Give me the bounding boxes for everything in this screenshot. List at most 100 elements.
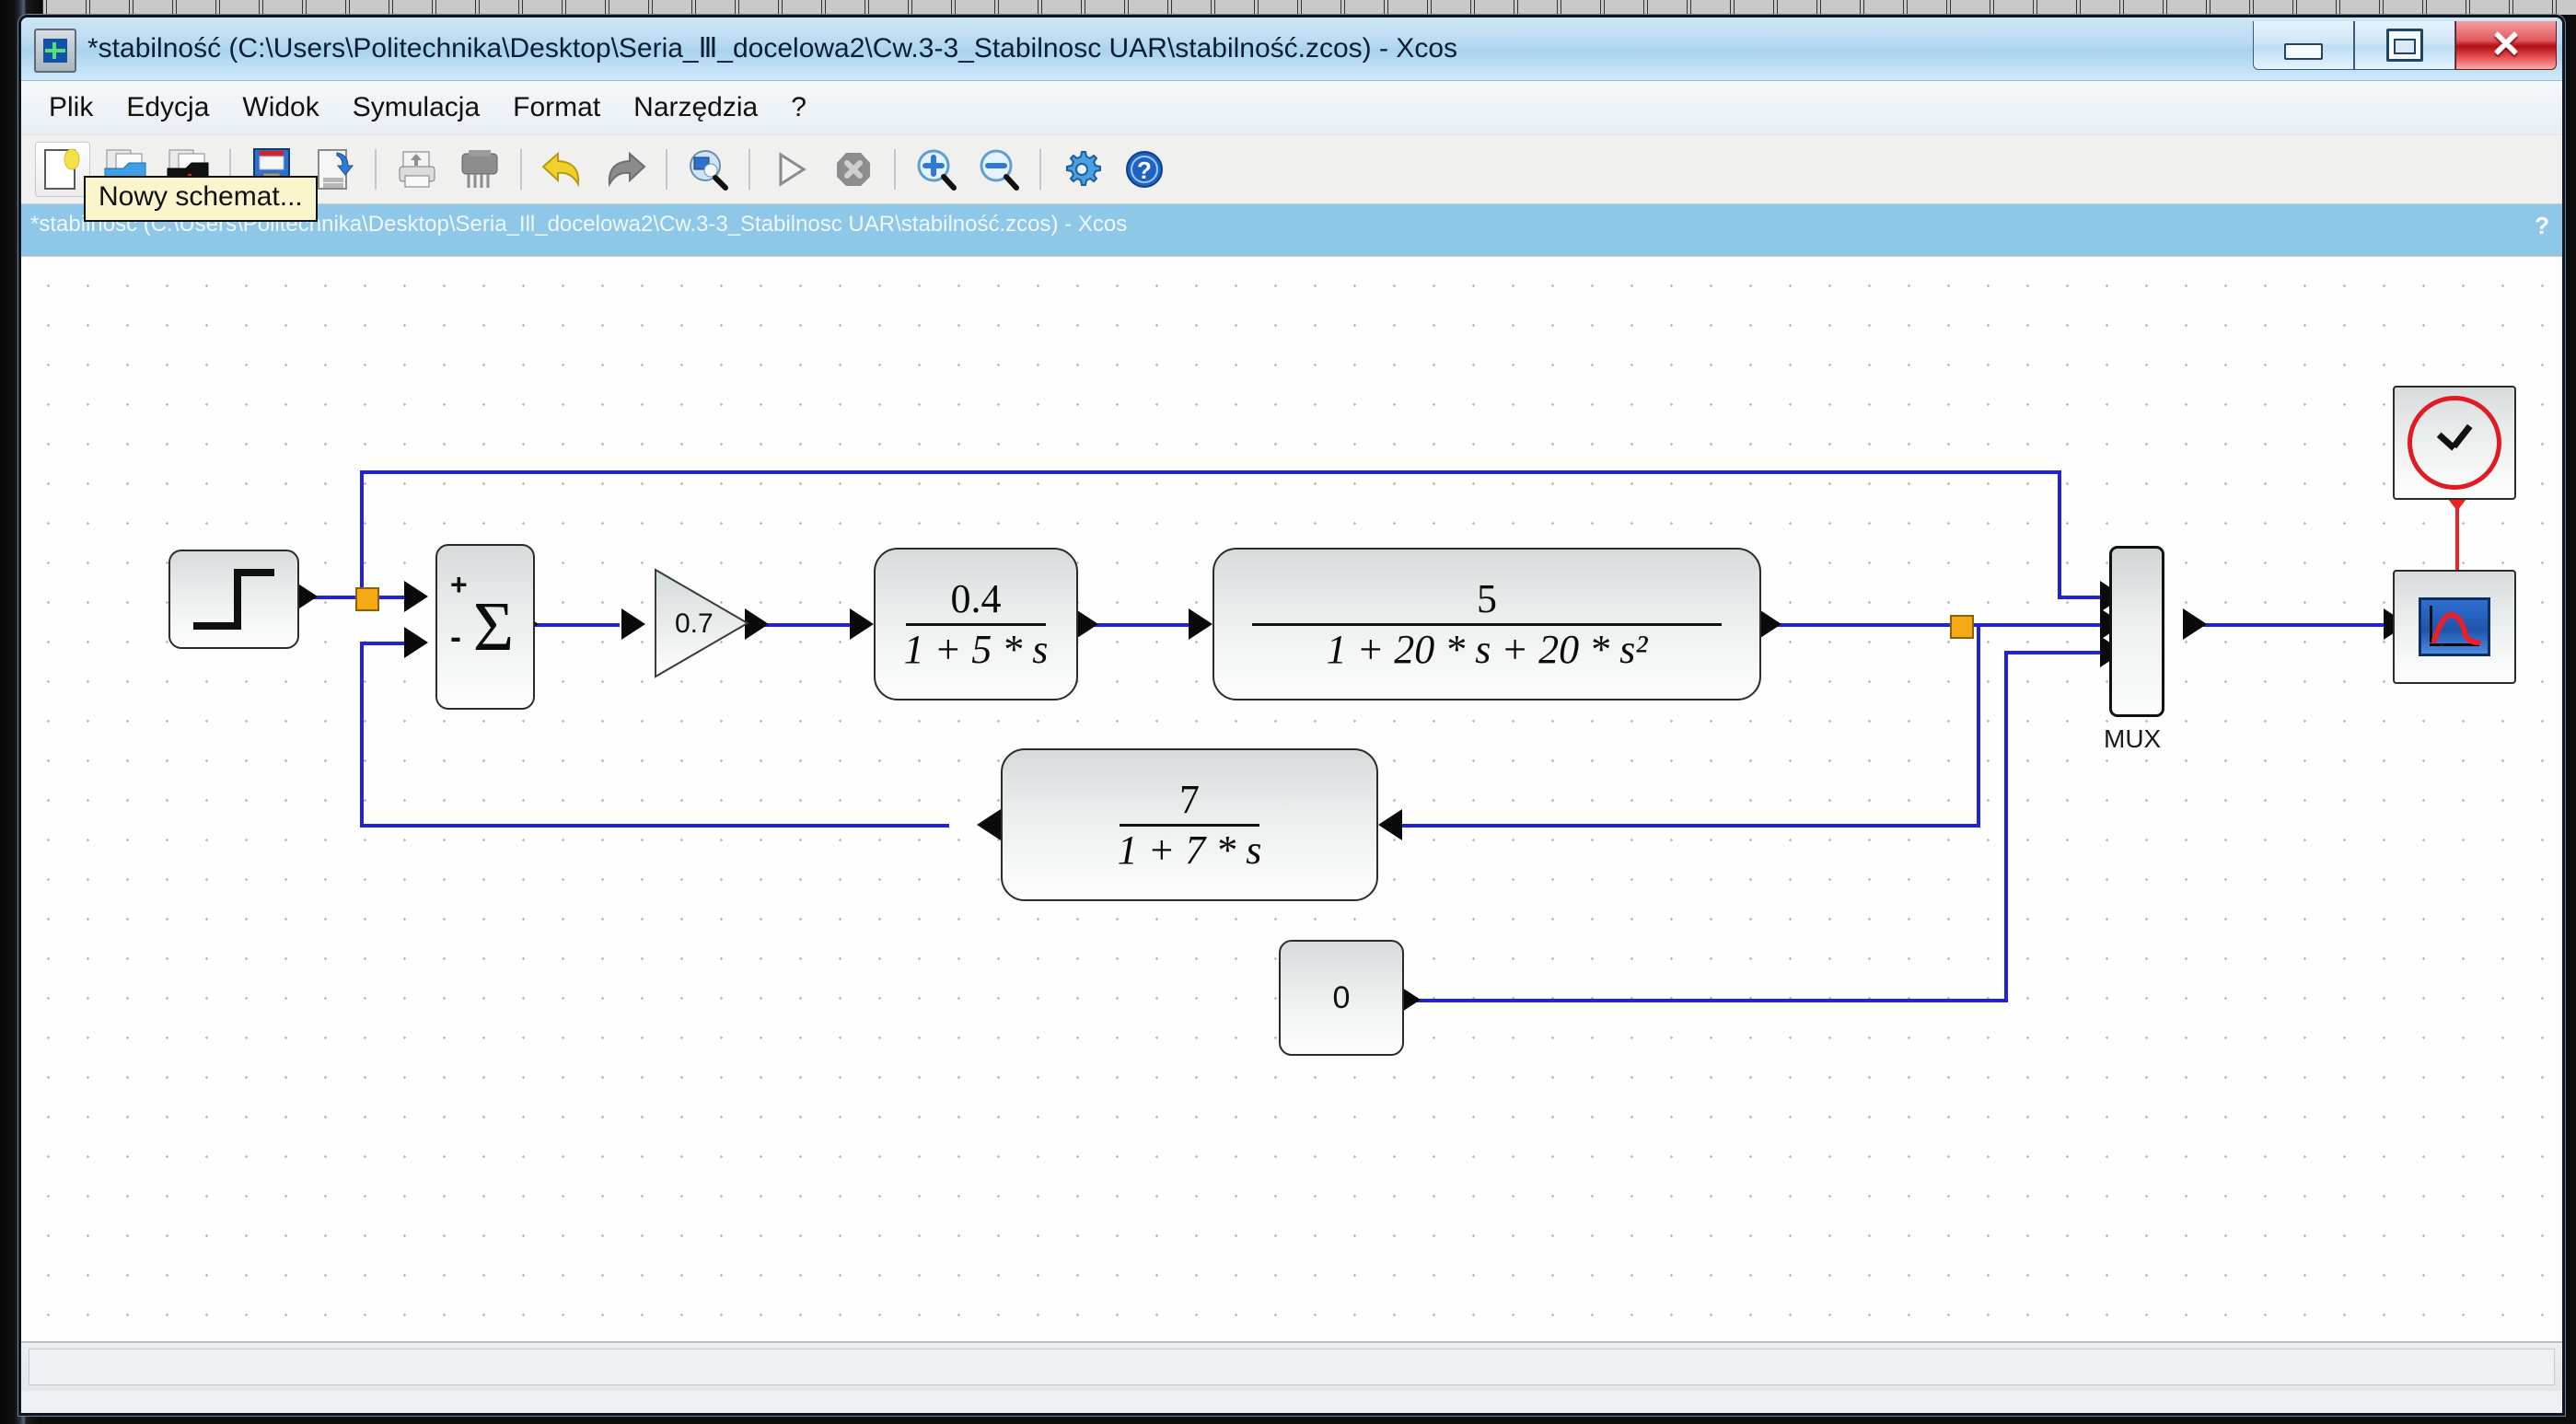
close-button[interactable]: ✕ [2455,21,2557,70]
menu-bar: Plik Edycja Widok Symulacja Format Narzę… [21,81,2562,135]
zoom-out-button[interactable] [972,143,1026,196]
export-button[interactable] [390,143,444,196]
toolbar-separator [375,149,377,190]
printer-icon [461,150,498,188]
minimize-button[interactable] [2253,21,2354,70]
scope-icon [2419,597,2490,656]
tooltip-new-diagram: Nowy schemat... [84,176,318,222]
tf2-denominator: 1 + 20 * s + 20 * s² [1326,626,1648,672]
status-bar [21,1341,2562,1391]
tf1-fraction: 0.4 1 + 5 * s [895,577,1058,672]
arrowhead-mux-out [2183,608,2207,640]
status-bar-text [29,1349,2555,1385]
diagram-canvas[interactable]: + - Σ 0.7 0.4 1 + 5 * s 5 1 + 20 * s + 2… [21,257,2557,1343]
link-step-to-mux-in1[interactable] [2058,596,2106,599]
transfer-function-2[interactable]: 5 1 + 20 * s + 20 * s² [1213,548,1761,700]
arrowhead-gain-in [621,608,645,640]
feedback-transfer-function[interactable]: 7 1 + 7 * s [1001,748,1378,901]
gain-block[interactable]: 0.7 [655,568,749,678]
gear-icon [1066,151,1101,186]
document-tab-bar[interactable]: *stabilność (C:\Users\Politechnika\Deskt… [21,204,2562,256]
mux-label: MUX [2104,724,2162,753]
help-button[interactable]: ? [1118,143,1171,196]
question-mark-icon: ? [1126,151,1163,188]
tf1-numerator: 0.4 [950,575,1002,621]
fit-to-view-button[interactable] [681,143,735,196]
arrowhead-feedback-tf-in [977,809,1001,840]
toolbar-separator [520,149,522,190]
undo-arrow-icon [541,151,580,188]
clock-block[interactable] [2393,386,2516,500]
menu-help[interactable]: ? [774,88,823,127]
maximize-icon [2386,29,2423,62]
set-parameters-button[interactable] [1055,143,1108,196]
background-ruler [0,0,2576,15]
link-left-rail-vertical[interactable] [360,642,364,828]
new-diagram-button[interactable] [35,142,90,197]
tool-bar: ? [21,135,2562,204]
link-left-rail-to-sum-minus[interactable] [360,642,408,645]
sigma-symbol: Σ [472,588,515,666]
link-const-to-mux-in3[interactable] [2004,651,2106,654]
tf1-denominator: 1 + 5 * s [903,626,1049,672]
constant-value-label: 0 [1332,979,1351,1015]
zoom-in-button[interactable] [910,143,963,196]
toolbar-separator [666,149,667,190]
screen: *stabilność (C:\Users\Politechnika\Deskt… [0,0,2576,1424]
svg-text:?: ? [1137,156,1152,184]
summation-block[interactable]: + - Σ [435,544,535,710]
sum-minus-sign: - [450,618,461,655]
start-simulation-button[interactable] [764,143,818,196]
zoom-out-icon [980,149,1019,191]
split-point-tf2-output[interactable] [1950,615,1974,639]
stop-simulation-button[interactable] [827,143,880,196]
menu-format[interactable]: Format [496,88,617,127]
save-as-icon [318,149,354,190]
undo-button[interactable] [536,143,589,196]
transfer-function-1[interactable]: 0.4 1 + 5 * s [874,548,1078,700]
print-button[interactable] [453,143,506,196]
toolbar-separator [1039,149,1041,190]
link-const-to-mux-horizontal[interactable] [1400,999,2008,1002]
feedback-denominator: 1 + 7 * s [1117,827,1262,873]
redo-button[interactable] [598,143,652,196]
split-point-step-output[interactable] [355,587,379,611]
new-document-icon [44,148,80,190]
title-bar[interactable]: *stabilność (C:\Users\Politechnika\Deskt… [21,17,2562,81]
diagram-canvas-wrapper: + - Σ 0.7 0.4 1 + 5 * s 5 1 + 20 * s + 2… [21,256,2562,1391]
link-split2-down[interactable] [1977,623,1980,828]
mux-block[interactable] [2109,546,2164,717]
maximize-button[interactable] [2354,21,2455,70]
arrowhead-feedback-tf-out [1378,809,1402,840]
link-step-to-mux-vertical-left[interactable] [360,470,364,599]
menu-edycja[interactable]: Edycja [110,88,226,127]
link-step-to-mux-top[interactable] [360,470,2061,474]
minimize-icon [2284,43,2323,60]
link-step-to-mux-vertical-right[interactable] [2058,470,2061,599]
link-split2-to-feedback-tf[interactable] [1402,824,1980,828]
tf2-fraction: 5 1 + 20 * s + 20 * s² [1214,577,1759,672]
gain-value-label: 0.7 [675,608,714,639]
arrowhead-tf2-in [1189,608,1213,640]
feedback-numerator: 7 [1178,776,1200,822]
zoom-region-icon [690,150,728,191]
scope-block[interactable] [2393,570,2516,684]
link-feedback-tf-to-left-rail[interactable] [360,824,949,828]
menu-widok[interactable]: Widok [226,88,335,127]
menu-symulacja[interactable]: Symulacja [336,88,496,127]
link-mux-to-scope[interactable] [2187,623,2389,627]
arrowhead-sum-minus-in [404,627,428,658]
zoom-in-icon [917,149,957,191]
step-waveform-icon [193,569,274,630]
link-tf2-to-mux-in2[interactable] [1761,623,2126,627]
close-icon: ✕ [2490,25,2522,65]
sum-plus-sign: + [450,568,468,601]
printer-export-icon [399,151,435,188]
menu-narzedzia[interactable]: Narzędzia [617,88,774,127]
link-const-to-mux-vertical[interactable] [2004,651,2008,1002]
xcos-icon [34,29,76,73]
tab-help-icon[interactable]: ? [2535,212,2549,240]
step-function-block[interactable] [168,550,299,649]
constant-block[interactable]: 0 [1279,940,1404,1056]
menu-plik[interactable]: Plik [32,88,110,127]
